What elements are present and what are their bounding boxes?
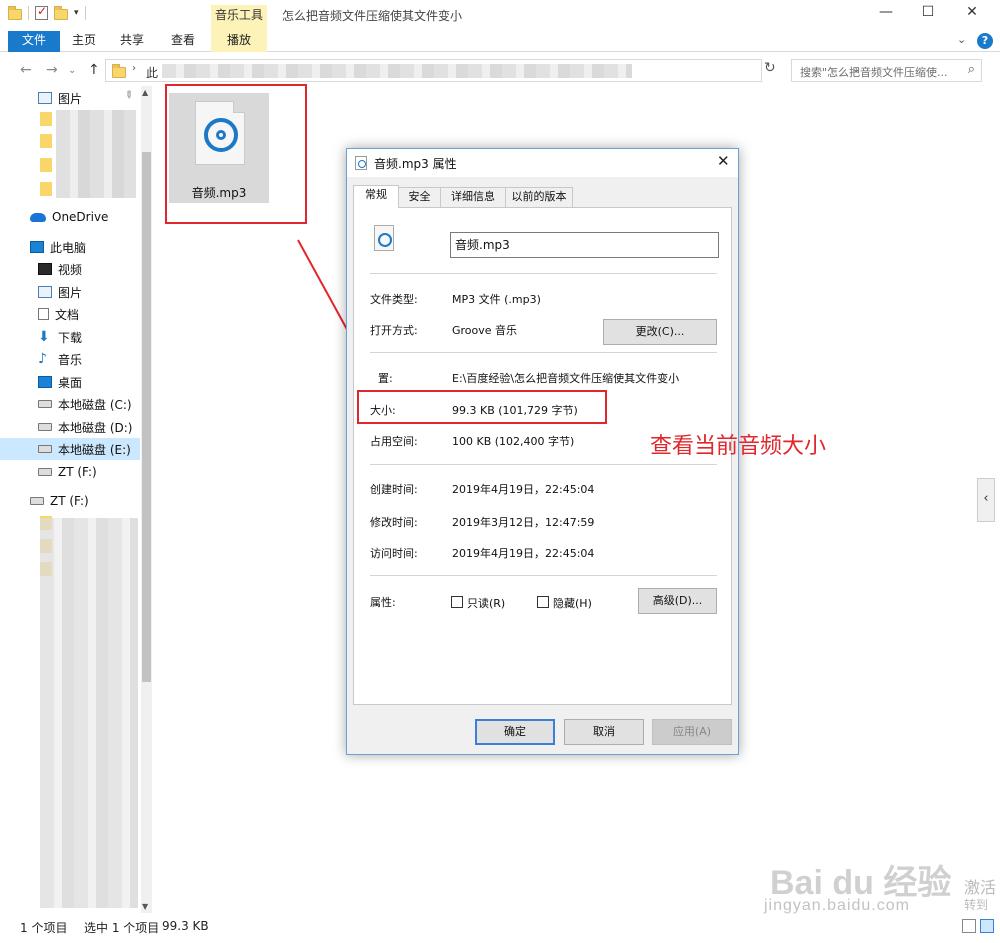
file-type-label: 文件类型: <box>370 293 418 306</box>
divider <box>370 273 717 274</box>
created-value: 2019年4月19日，22:45:04 <box>452 483 595 496</box>
readonly-label[interactable]: 只读(R) <box>467 595 505 611</box>
dialog-title-bar: 音频.mp3 属性 ✕ <box>347 149 738 177</box>
audio-file-icon <box>374 225 394 251</box>
audio-file-icon <box>355 156 367 170</box>
goto-settings-text: 转到 <box>964 898 989 912</box>
tab-general[interactable]: 常规 <box>353 185 399 208</box>
hidden-label[interactable]: 隐藏(H) <box>553 595 592 611</box>
disk-size-value: 100 KB (102,400 字节) <box>452 435 575 448</box>
apply-button[interactable]: 应用(A) <box>652 719 732 745</box>
location-label: 置: <box>378 372 393 385</box>
attributes-label: 属性: <box>370 596 396 609</box>
hidden-checkbox[interactable] <box>537 596 549 608</box>
item-count: 1 个项目 <box>20 921 68 935</box>
large-icons-view-icon[interactable] <box>980 919 994 933</box>
open-with-label: 打开方式: <box>370 324 418 337</box>
file-type-value: MP3 文件 (.mp3) <box>452 293 541 306</box>
created-label: 创建时间: <box>370 483 418 496</box>
accessed-value: 2019年4月19日，22:45:04 <box>452 547 595 560</box>
advanced-button[interactable]: 高级(D)... <box>638 588 717 614</box>
dialog-close-button[interactable]: ✕ <box>717 152 730 170</box>
cancel-button[interactable]: 取消 <box>564 719 644 745</box>
dialog-title: 音频.mp3 属性 <box>374 157 457 171</box>
activate-windows-text: 激活 <box>964 878 997 897</box>
ok-button[interactable]: 确定 <box>475 719 555 745</box>
modified-label: 修改时间: <box>370 516 418 529</box>
details-view-icon[interactable] <box>962 919 976 933</box>
readonly-checkbox[interactable] <box>451 596 463 608</box>
annotation-text: 查看当前音频大小 <box>650 434 827 459</box>
accessed-label: 访问时间: <box>370 547 418 560</box>
preview-pane-toggle[interactable]: ‹ <box>977 478 995 522</box>
filename-input[interactable]: 音频.mp3 <box>450 232 719 258</box>
selected-count: 选中 1 个项目 <box>84 921 160 935</box>
tab-security[interactable]: 安全 <box>398 187 441 207</box>
location-value: E:\百度经验\怎么把音频文件压缩使其文件变小 <box>452 372 680 385</box>
modified-value: 2019年3月12日，12:47:59 <box>452 516 595 529</box>
disk-size-label: 占用空间: <box>370 435 418 448</box>
divider <box>370 575 717 576</box>
divider <box>370 352 717 353</box>
tab-previous-versions[interactable]: 以前的版本 <box>505 187 573 207</box>
divider <box>370 464 717 465</box>
change-button[interactable]: 更改(C)... <box>603 319 717 345</box>
open-with-value: Groove 音乐 <box>452 324 518 337</box>
highlight-box-size <box>357 390 607 424</box>
status-bar: 1 个项目 选中 1 个项目 99.3 KB <box>0 914 1000 943</box>
tab-details[interactable]: 详细信息 <box>440 187 506 207</box>
watermark-url: jingyan.baidu.com <box>764 897 910 914</box>
selected-size: 99.3 KB <box>162 919 209 933</box>
